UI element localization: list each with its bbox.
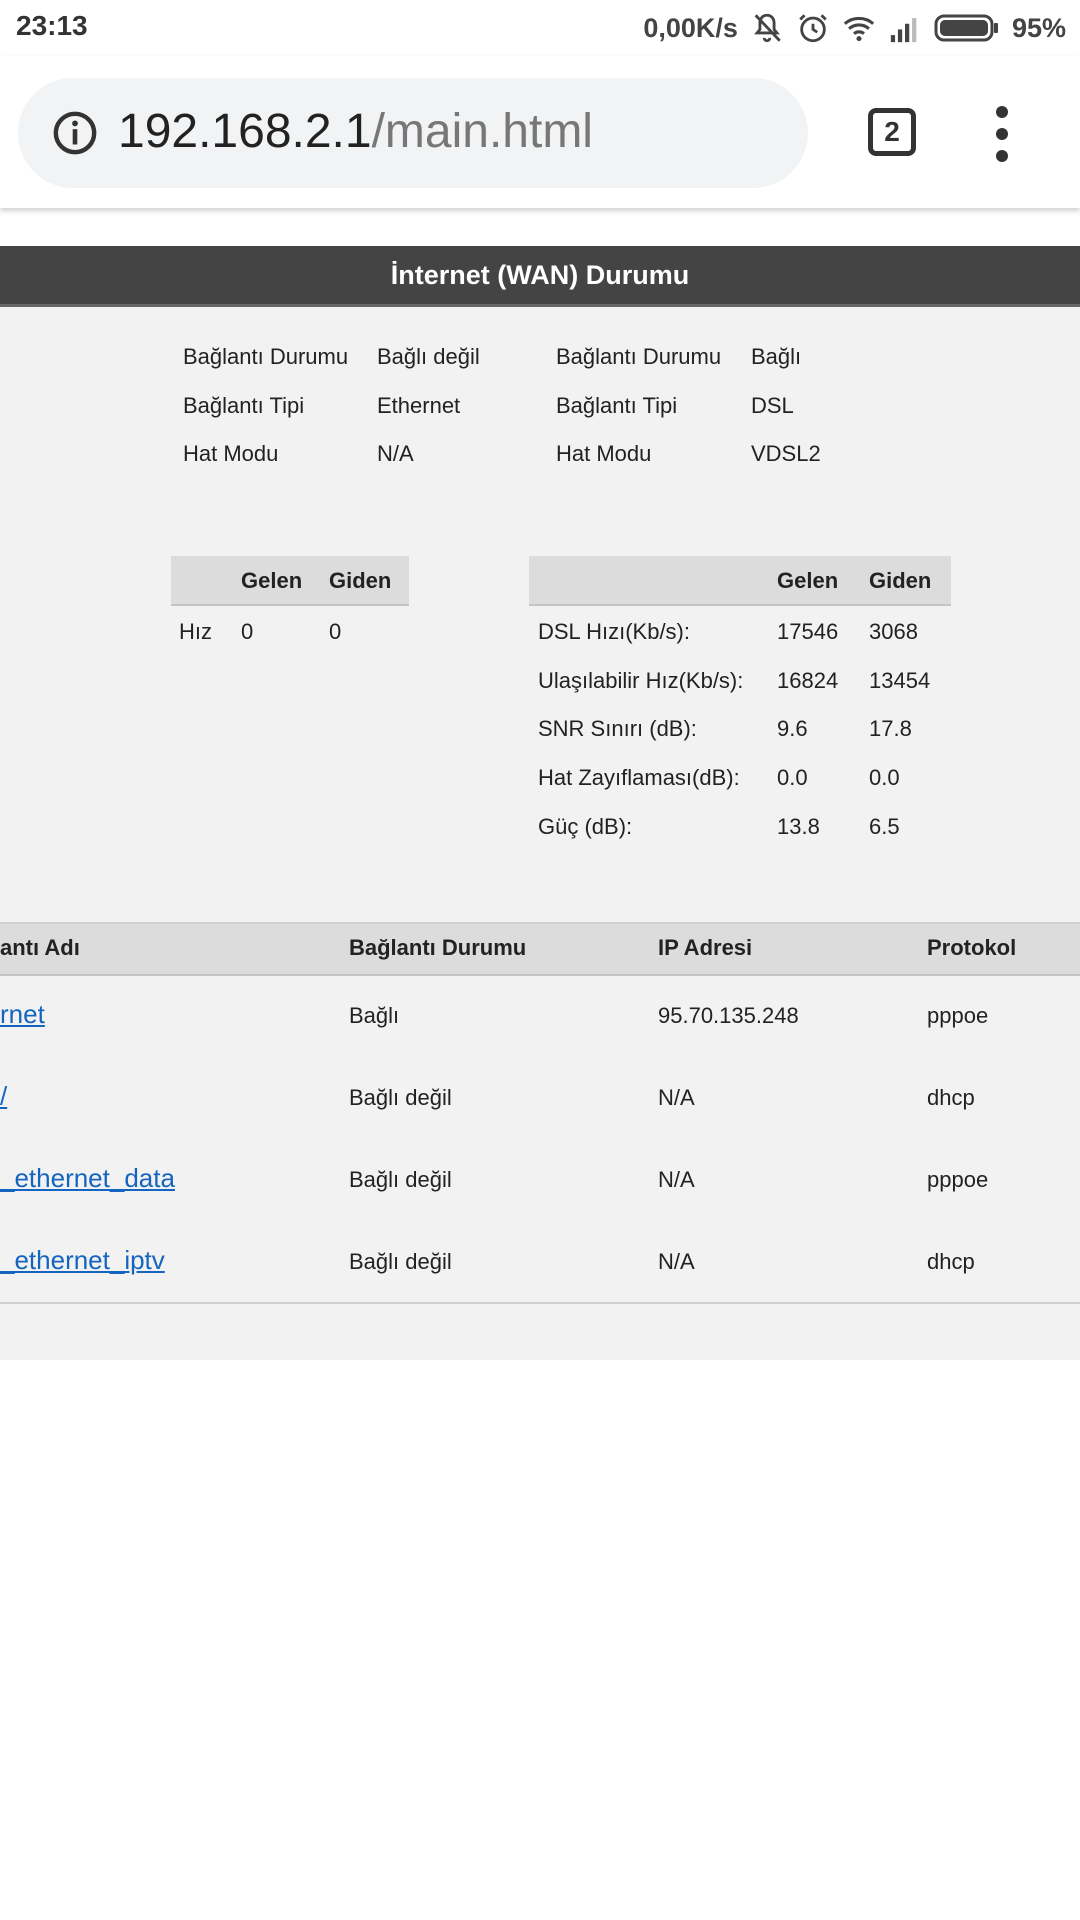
dsl-row-in: 17546 bbox=[777, 619, 839, 644]
browser-toolbar: 192.168.2.1/main.html 2 bbox=[0, 56, 1080, 208]
conn-col-name: antı Adı bbox=[0, 935, 80, 960]
dsl-row-in: 13.8 bbox=[777, 814, 820, 839]
conn-protocol: dhcp bbox=[927, 1249, 975, 1274]
speed-left-col-in: Gelen bbox=[241, 568, 303, 593]
dsl-row-in: 0.0 bbox=[777, 765, 808, 790]
bell-off-icon bbox=[754, 13, 781, 43]
wifi-icon bbox=[843, 16, 875, 42]
table-divider bbox=[0, 1302, 1080, 1304]
conn-status: Bağlı değil bbox=[349, 1249, 452, 1274]
wan-left-label: Bağlantı Durumu bbox=[183, 344, 349, 369]
conn-status: Bağlı değil bbox=[349, 1085, 452, 1110]
wan-left-value: Ethernet bbox=[377, 393, 461, 418]
wan-right-label: Hat Modu bbox=[556, 441, 652, 466]
conn-ip: N/A bbox=[658, 1249, 695, 1274]
connection-link[interactable]: / bbox=[0, 1081, 7, 1112]
dsl-row-label: Güç (dB): bbox=[538, 814, 633, 839]
conn-ip: N/A bbox=[658, 1085, 695, 1110]
status-bar: 23:13 0,00K/s 95% bbox=[0, 0, 1080, 56]
dsl-row-label: Hat Zayıflaması(dB): bbox=[538, 765, 740, 790]
menu-dot-icon bbox=[996, 106, 1008, 118]
menu-dot-icon bbox=[996, 150, 1008, 162]
wan-right-value: VDSL2 bbox=[751, 441, 821, 466]
url-path: /main.html bbox=[371, 105, 593, 158]
dsl-row-label: Ulaşılabilir Hız(Kb/s): bbox=[538, 668, 744, 693]
wan-right-value: Bağlı bbox=[751, 344, 802, 369]
speed-left-row-in: 0 bbox=[241, 619, 254, 644]
dsl-row-in: 16824 bbox=[777, 668, 839, 693]
conn-status: Bağlı bbox=[349, 1003, 400, 1028]
conn-protocol: pppoe bbox=[927, 1167, 989, 1192]
url-host: 192.168.2.1 bbox=[118, 105, 372, 158]
network-speed: 0,00K/s bbox=[643, 12, 738, 43]
conn-col-protocol: Protokol bbox=[927, 935, 1017, 960]
wan-left-value: Bağlı değil bbox=[377, 344, 480, 369]
conn-status: Bağlı değil bbox=[349, 1167, 452, 1192]
conn-ip: N/A bbox=[658, 1167, 695, 1192]
page-title: İnternet (WAN) Durumu bbox=[0, 246, 1080, 307]
speed-right-col-out: Giden bbox=[869, 568, 932, 593]
speed-right-col-in: Gelen bbox=[777, 568, 839, 593]
alarm-icon bbox=[799, 14, 827, 43]
dsl-row-label: SNR Sınırı (dB): bbox=[538, 716, 697, 741]
tab-switcher-button[interactable]: 2 bbox=[868, 108, 916, 156]
wan-left-label: Hat Modu bbox=[183, 441, 279, 466]
connection-link[interactable]: _ethernet_data bbox=[0, 1163, 175, 1194]
status-icons: 0,00K/s 95% bbox=[643, 8, 1066, 48]
dsl-row-out: 17.8 bbox=[869, 716, 912, 741]
wan-right-label: Bağlantı Durumu bbox=[556, 344, 722, 369]
connections-header bbox=[0, 922, 1080, 976]
dsl-row-label: DSL Hızı(Kb/s): bbox=[538, 619, 690, 644]
conn-col-status: Bağlantı Durumu bbox=[349, 935, 527, 960]
dsl-row-out: 3068 bbox=[869, 619, 918, 644]
connection-link[interactable]: rnet bbox=[0, 999, 45, 1030]
speed-left-col-out: Giden bbox=[329, 568, 392, 593]
web-page: İnternet (WAN) Durumu Bağlantı Durumu Ba… bbox=[0, 246, 1080, 1360]
menu-dot-icon bbox=[996, 128, 1008, 140]
speed-left-row-label: Hız bbox=[179, 619, 212, 644]
overflow-menu-button[interactable] bbox=[990, 106, 1014, 162]
conn-ip: 95.70.135.248 bbox=[658, 1003, 799, 1028]
speed-left-row-out: 0 bbox=[329, 619, 342, 644]
info-icon[interactable] bbox=[52, 110, 98, 156]
wan-right-label: Bağlantı Tipi bbox=[556, 393, 678, 418]
wan-right-value: DSL bbox=[751, 393, 794, 418]
dsl-row-out: 13454 bbox=[869, 668, 931, 693]
wan-left-value: N/A bbox=[377, 441, 414, 466]
wan-left-label: Bağlantı Tipi bbox=[183, 393, 305, 418]
conn-protocol: dhcp bbox=[927, 1085, 975, 1110]
status-time: 23:13 bbox=[16, 10, 88, 41]
conn-col-ip: IP Adresi bbox=[658, 935, 753, 960]
dsl-row-out: 6.5 bbox=[869, 814, 900, 839]
connection-link[interactable]: _ethernet_iptv bbox=[0, 1245, 165, 1276]
battery-percent: 95% bbox=[1011, 12, 1066, 43]
signal-icon bbox=[890, 18, 917, 43]
url-text[interactable]: 192.168.2.1/main.html bbox=[118, 102, 593, 162]
address-bar[interactable]: 192.168.2.1/main.html bbox=[18, 78, 808, 188]
dsl-row-in: 9.6 bbox=[777, 716, 808, 741]
conn-protocol: pppoe bbox=[927, 1003, 989, 1028]
dsl-row-out: 0.0 bbox=[869, 765, 900, 790]
battery-icon bbox=[934, 14, 998, 42]
